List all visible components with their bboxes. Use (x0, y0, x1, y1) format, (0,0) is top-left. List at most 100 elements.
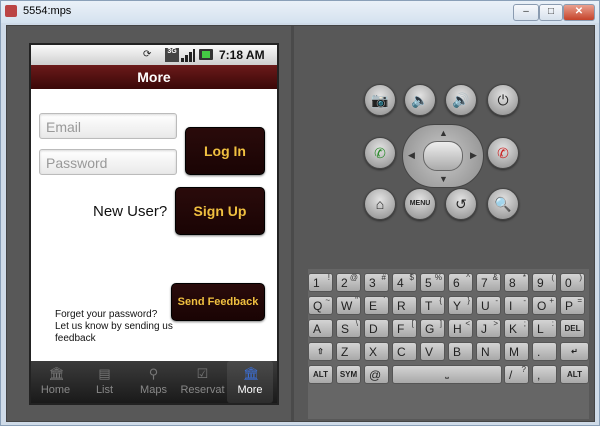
space-key[interactable]: ⎵ (392, 365, 502, 384)
key-r[interactable]: R (392, 296, 417, 315)
dpad-down-icon[interactable]: ▼ (439, 174, 448, 184)
key-y[interactable]: Y} (448, 296, 473, 315)
key-3[interactable]: 3 # (364, 273, 389, 292)
enter-key[interactable]: ↵ (560, 342, 589, 361)
tab-label: Home (40, 384, 71, 396)
menu-button[interactable]: MENU (404, 188, 436, 220)
map-pin-icon: ⚲ (148, 366, 159, 381)
dpad-left-icon[interactable]: ◀ (408, 150, 415, 161)
password-input[interactable]: Password (39, 149, 177, 175)
key-z[interactable]: Z (336, 342, 361, 361)
key-4[interactable]: 4 $ (392, 273, 417, 292)
key-e[interactable]: E ´ (364, 296, 389, 315)
window-titlebar: 5554:mps ‒ □ ✕ (1, 1, 599, 23)
key-5[interactable]: 5% (420, 273, 445, 292)
key-w[interactable]: W " (336, 296, 361, 315)
home-icon: ⌂ (375, 196, 385, 212)
sym-key[interactable]: SYM (336, 365, 361, 384)
tab-more[interactable]: 🏛 More (227, 361, 273, 403)
key-8[interactable]: 8 * (504, 273, 529, 292)
search-icon: 🔍 (494, 196, 512, 212)
page-title: More (31, 65, 277, 89)
camera-button[interactable]: 📷 (364, 84, 396, 116)
key-.[interactable]: . (532, 342, 557, 361)
new-user-label: New User? (93, 203, 168, 220)
maximize-button[interactable]: □ (539, 4, 563, 21)
dpad-up-icon[interactable]: ▲ (439, 128, 448, 138)
forgot-password-text: Forget your password? Let us know by sen… (55, 309, 173, 344)
home-icon: 🏛 (48, 366, 66, 381)
dpad-right-icon[interactable]: ▶ (470, 150, 477, 161)
window-title: 5554:mps (23, 5, 72, 17)
key-q[interactable]: Q ~ (308, 296, 333, 315)
key-g[interactable]: G] (420, 319, 445, 338)
key-v[interactable]: V (420, 342, 445, 361)
key-0[interactable]: 0) (560, 273, 585, 292)
key-u[interactable]: U- (476, 296, 501, 315)
key-j[interactable]: J > (476, 319, 501, 338)
key-b[interactable]: B (448, 342, 473, 361)
key-t[interactable]: T{ (420, 296, 445, 315)
tab-list[interactable]: ▤ List (80, 361, 129, 403)
call-button[interactable]: ✆ (364, 137, 396, 169)
search-button[interactable]: 🔍 (487, 188, 519, 220)
shift-key[interactable]: ⇧ (308, 342, 333, 361)
key-h[interactable]: H < (448, 319, 473, 338)
key-a[interactable]: A (308, 319, 333, 338)
volume-up-button[interactable]: 🔊 (445, 84, 477, 116)
dpad-center-button[interactable] (423, 141, 463, 171)
key-x[interactable]: X (364, 342, 389, 361)
slash-key[interactable]: /? (504, 365, 529, 384)
key-s[interactable]: S \ (336, 319, 361, 338)
key-f[interactable]: F[ (392, 319, 417, 338)
power-button[interactable]: ⏻ (487, 84, 519, 116)
key-n[interactable]: N (476, 342, 501, 361)
battery-icon (199, 49, 213, 60)
volume-up-icon: 🔊 (452, 92, 470, 108)
key-c[interactable]: C (392, 342, 417, 361)
key-p[interactable]: P = (560, 296, 585, 315)
email-input[interactable]: Email (39, 113, 177, 139)
key-k[interactable]: K; (504, 319, 529, 338)
alt-key-right[interactable]: ALT (560, 365, 589, 384)
status-bar: ⟳ 3G 7:18 AM (31, 45, 277, 65)
at-key[interactable]: @ (364, 365, 389, 384)
delete-key[interactable]: DEL (560, 319, 585, 338)
key-2[interactable]: 2 @ (336, 273, 361, 292)
clock: 7:18 AM (219, 48, 265, 62)
volume-down-button[interactable]: 🔈 (404, 84, 436, 116)
tab-maps[interactable]: ⚲ Maps (129, 361, 178, 403)
emulator-body: ⟳ 3G 7:18 AM More Email Password Log In … (6, 25, 595, 422)
back-button[interactable]: ↺ (445, 188, 477, 220)
tab-bar: 🏛 Home ▤ List ⚲ Maps ☑ Reservat 🏛 More (31, 361, 277, 403)
volume-down-icon: 🔈 (411, 92, 429, 108)
key-i[interactable]: I- (504, 296, 529, 315)
tab-home[interactable]: 🏛 Home (31, 361, 80, 403)
dpad[interactable]: ▲ ▼ ◀ ▶ (402, 124, 484, 188)
key-7[interactable]: 7 & (476, 273, 501, 292)
signup-button[interactable]: Sign Up (175, 187, 265, 235)
tab-label: More (237, 384, 263, 396)
alt-key-left[interactable]: ALT (308, 365, 333, 384)
end-call-button[interactable]: ✆ (487, 137, 519, 169)
menu-label: MENU (409, 200, 431, 207)
phone-green-icon: ✆ (374, 145, 386, 161)
close-button[interactable]: ✕ (563, 4, 595, 21)
key-m[interactable]: M (504, 342, 529, 361)
key-o[interactable]: O + (532, 296, 557, 315)
back-icon: ↺ (455, 196, 467, 212)
send-feedback-button[interactable]: Send Feedback (171, 283, 265, 321)
bank-icon: 🏛 (243, 366, 260, 381)
network-3g-icon: 3G (165, 48, 179, 62)
key-d[interactable]: D (364, 319, 389, 338)
key-l[interactable]: L: (532, 319, 557, 338)
key-1[interactable]: 1! (308, 273, 333, 292)
signal-icon (181, 48, 195, 62)
comma-key[interactable]: , (532, 365, 557, 384)
login-button[interactable]: Log In (185, 127, 265, 175)
home-button[interactable]: ⌂ (364, 188, 396, 220)
key-9[interactable]: 9( (532, 273, 557, 292)
minimize-button[interactable]: ‒ (513, 4, 539, 21)
key-6[interactable]: 6 ^ (448, 273, 473, 292)
tab-reservations[interactable]: ☑ Reservat (178, 361, 227, 403)
